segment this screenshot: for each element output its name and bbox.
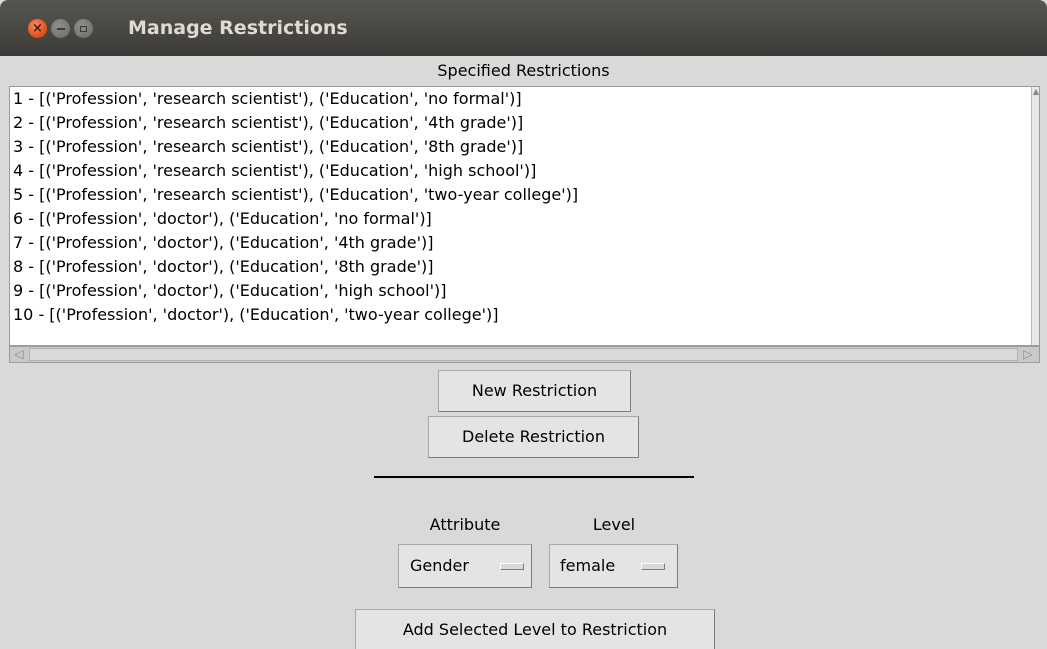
window-title: Manage Restrictions — [128, 17, 348, 39]
list-item[interactable]: 8 - [('Profession', 'doctor'), ('Educati… — [10, 255, 1039, 279]
restrictions-list: 1 - [('Profession', 'research scientist'… — [10, 87, 1039, 327]
minimize-icon[interactable] — [51, 19, 70, 38]
vertical-scrollbar[interactable]: ▲ — [1031, 87, 1039, 345]
list-item[interactable]: 1 - [('Profession', 'research scientist'… — [10, 87, 1039, 111]
attribute-dropdown[interactable]: Gender — [398, 544, 532, 588]
scroll-left-icon[interactable]: ◁ — [11, 348, 27, 361]
delete-restriction-button[interactable]: Delete Restriction — [428, 416, 639, 458]
close-glyph: × — [32, 21, 43, 36]
horizontal-scrollbar[interactable]: ◁ ▷ — [9, 346, 1040, 363]
level-dropdown[interactable]: female — [549, 544, 678, 588]
minimize-glyph — [56, 27, 65, 30]
list-item[interactable]: 7 - [('Profession', 'doctor'), ('Educati… — [10, 231, 1039, 255]
manage-restrictions-window: × Manage Restrictions Specified Restrict… — [0, 0, 1047, 649]
list-item[interactable]: 3 - [('Profession', 'research scientist'… — [10, 135, 1039, 159]
scroll-up-icon[interactable]: ▲ — [1032, 87, 1039, 101]
list-item[interactable]: 2 - [('Profession', 'research scientist'… — [10, 111, 1039, 135]
option-menu-indicator-icon — [641, 563, 665, 570]
list-item[interactable]: 5 - [('Profession', 'research scientist'… — [10, 183, 1039, 207]
list-item[interactable]: 9 - [('Profession', 'doctor'), ('Educati… — [10, 279, 1039, 303]
restrictions-listbox[interactable]: 1 - [('Profession', 'research scientist'… — [9, 86, 1040, 346]
level-label: Level — [592, 515, 636, 534]
attribute-label: Attribute — [429, 515, 501, 534]
add-selected-level-button[interactable]: Add Selected Level to Restriction — [355, 609, 715, 649]
new-restriction-button[interactable]: New Restriction — [438, 370, 631, 412]
level-selected-value: female — [560, 556, 616, 575]
list-item[interactable]: 4 - [('Profession', 'research scientist'… — [10, 159, 1039, 183]
horizontal-scroll-thumb[interactable] — [29, 348, 1018, 361]
list-item[interactable]: 6 - [('Profession', 'doctor'), ('Educati… — [10, 207, 1039, 231]
maximize-glyph — [80, 25, 87, 32]
specified-restrictions-label: Specified Restrictions — [437, 61, 610, 80]
option-menu-indicator-icon — [500, 563, 524, 570]
separator-line — [374, 476, 694, 478]
maximize-icon[interactable] — [74, 19, 93, 38]
close-icon[interactable]: × — [28, 19, 47, 38]
scroll-right-icon[interactable]: ▷ — [1020, 348, 1036, 361]
list-item[interactable]: 10 - [('Profession', 'doctor'), ('Educat… — [10, 303, 1039, 327]
attribute-selected-value: Gender — [410, 556, 469, 575]
title-bar[interactable]: × Manage Restrictions — [0, 0, 1047, 56]
